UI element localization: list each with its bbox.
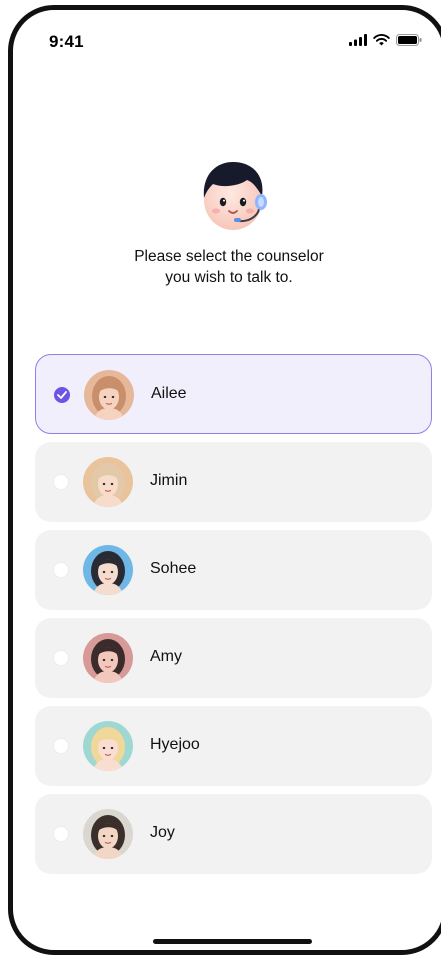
instruction-line-1: Please select the counselor: [134, 248, 324, 265]
counselor-avatar: [83, 457, 133, 507]
home-indicator[interactable]: [153, 939, 312, 944]
radio-unchecked-icon[interactable]: [53, 474, 69, 490]
counselor-name: Joy: [150, 824, 175, 841]
status-bar: 9:41: [13, 10, 441, 70]
wifi-icon: [373, 34, 390, 46]
instruction-text: Please select the counselor you wish to …: [13, 246, 441, 288]
counselor-option-jimin[interactable]: Jimin: [35, 442, 432, 522]
counselor-avatar: [83, 721, 133, 771]
phone-screen: 9:41 Please select the counselor you wis…: [8, 5, 441, 955]
counselor-name: Jimin: [150, 472, 188, 489]
counselor-avatar: [84, 370, 134, 420]
counselor-option-joy[interactable]: Joy: [35, 794, 432, 874]
counselor-name: Amy: [150, 648, 182, 665]
counselor-option-amy[interactable]: Amy: [35, 618, 432, 698]
counselor-name: Sohee: [150, 560, 197, 577]
radio-unchecked-icon[interactable]: [53, 650, 69, 666]
radio-unchecked-icon[interactable]: [53, 738, 69, 754]
status-icons: [349, 34, 422, 46]
counselor-name: Hyejoo: [150, 736, 200, 753]
counselor-option-hyejoo[interactable]: Hyejoo: [35, 706, 432, 786]
radio-unchecked-icon[interactable]: [53, 826, 69, 842]
status-time: 9:41: [49, 32, 84, 51]
instruction-line-2: you wish to talk to.: [165, 269, 293, 286]
radio-unchecked-icon[interactable]: [53, 562, 69, 578]
battery-icon: [396, 34, 422, 46]
signal-icon: [349, 34, 367, 46]
counselor-name: Ailee: [151, 385, 187, 402]
radio-checked-icon[interactable]: [54, 387, 70, 403]
counselor-mascot-icon: [203, 162, 267, 230]
counselor-avatar: [83, 809, 133, 859]
counselor-avatar: [83, 545, 133, 595]
counselor-option-ailee[interactable]: Ailee: [35, 354, 432, 434]
counselor-option-sohee[interactable]: Sohee: [35, 530, 432, 610]
counselor-list: Ailee Jimin Sohee Amy Hyejoo Joy: [35, 354, 432, 882]
counselor-avatar: [83, 633, 133, 683]
